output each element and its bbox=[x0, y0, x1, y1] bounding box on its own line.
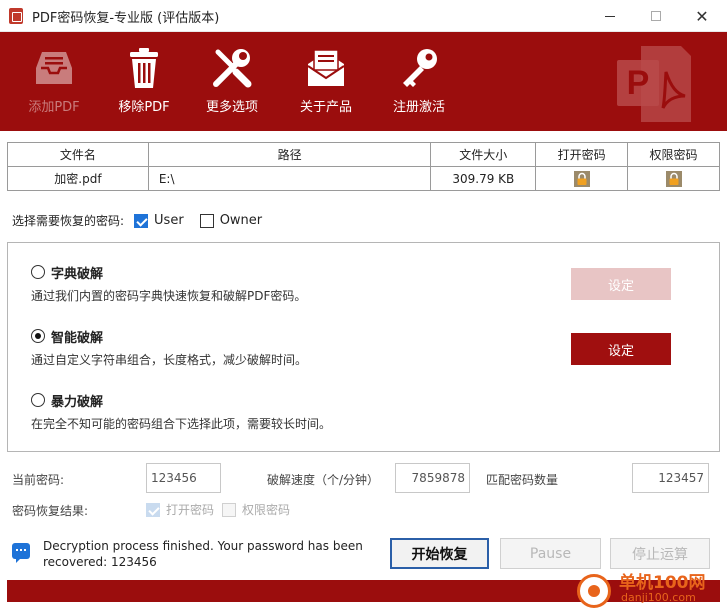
close-button[interactable]: ✕ bbox=[679, 0, 725, 32]
smart-mode-description: 通过自定义字符串组合，长度格式，减少破解时间。 bbox=[31, 353, 308, 367]
current-password-label: 当前密码: bbox=[12, 473, 65, 487]
about-label: 关于产品 bbox=[299, 100, 352, 115]
site-watermark: 单机100网 danji100.com bbox=[575, 568, 727, 609]
svg-text:P: P bbox=[627, 64, 650, 102]
smart-mode-title[interactable]: 智能破解 bbox=[51, 327, 103, 346]
dictionary-radio[interactable] bbox=[31, 265, 45, 279]
remove-pdf-label: 移除PDF bbox=[118, 100, 170, 115]
lock-icon bbox=[573, 170, 590, 187]
pause-button[interactable]: Pause bbox=[500, 538, 601, 569]
result-permission-password-label: 权限密码 bbox=[242, 503, 291, 517]
dictionary-settings-button[interactable]: 设定 bbox=[571, 268, 671, 300]
open-password-cell bbox=[535, 166, 629, 191]
crack-speed-field: 7859878 bbox=[395, 463, 470, 493]
result-open-password-label: 打开密码 bbox=[166, 503, 215, 517]
envelope-icon bbox=[307, 49, 345, 86]
lock-icon bbox=[665, 170, 682, 187]
file-size-cell: 309.79 KB bbox=[430, 166, 537, 191]
minimize-button[interactable] bbox=[587, 0, 633, 32]
recovery-result-label: 密码恢复结果: bbox=[12, 504, 89, 518]
more-options-label: 更多选项 bbox=[205, 100, 258, 115]
match-count-label: 匹配密码数量 bbox=[486, 473, 559, 487]
file-table: 文件名 路径 文件大小 打开密码 权限密码 加密.pdf E:\ 309.79 … bbox=[7, 142, 720, 191]
result-open-password-option: 打开密码 bbox=[146, 501, 214, 518]
register-button[interactable]: 注册激活 bbox=[373, 46, 465, 126]
stop-button[interactable]: 停止运算 bbox=[610, 538, 710, 569]
permission-password-cell bbox=[627, 166, 720, 191]
register-label: 注册激活 bbox=[392, 100, 445, 115]
inbox-tray-icon bbox=[36, 52, 72, 84]
more-options-button[interactable]: 更多选项 bbox=[186, 46, 278, 126]
result-permission-password-checkbox bbox=[222, 502, 236, 517]
password-target-row: 选择需要恢复的密码: User Owner bbox=[12, 212, 268, 229]
result-permission-password-option: 权限密码 bbox=[222, 501, 290, 518]
add-pdf-button[interactable]: 添加PDF bbox=[8, 46, 100, 126]
current-password-value: 123456 bbox=[151, 471, 197, 485]
brute-force-mode-description: 在完全不知可能的密码组合下选择此项，需要较长时间。 bbox=[31, 417, 332, 431]
crack-speed-label: 破解速度（个/分钟） bbox=[267, 473, 380, 487]
column-header-size: 文件大小 bbox=[430, 142, 537, 167]
file-path-cell: E:\ bbox=[147, 166, 432, 191]
window-title: PDF密码恢复-专业版 (评估版本) bbox=[32, 11, 220, 26]
maximize-button[interactable] bbox=[633, 0, 679, 32]
minimize-icon bbox=[605, 15, 615, 17]
brute-force-mode-title[interactable]: 暴力破解 bbox=[51, 391, 103, 410]
dictionary-mode-title[interactable]: 字典破解 bbox=[51, 263, 103, 282]
table-row[interactable]: 加密.pdf E:\ 309.79 KB bbox=[7, 166, 720, 191]
smart-radio[interactable] bbox=[31, 329, 45, 343]
user-checkbox[interactable] bbox=[134, 213, 149, 228]
smart-settings-button[interactable]: 设定 bbox=[571, 333, 671, 365]
owner-checkbox[interactable] bbox=[199, 213, 214, 228]
about-button[interactable]: 关于产品 bbox=[280, 46, 372, 126]
watermark-line1: 单机100网 bbox=[619, 573, 706, 593]
brute-force-radio[interactable] bbox=[31, 393, 45, 407]
watermark-line2: danji100.com bbox=[621, 591, 696, 604]
current-password-field: 123456 bbox=[146, 463, 221, 493]
column-header-filename: 文件名 bbox=[7, 142, 149, 167]
tools-icon bbox=[213, 49, 252, 88]
status-message: Decryption process finished. Your passwo… bbox=[43, 539, 363, 569]
match-count-value: 123457 bbox=[658, 471, 704, 485]
pdf-logo-icon: P bbox=[617, 46, 691, 122]
password-target-label: 选择需要恢复的密码: bbox=[12, 214, 125, 228]
crack-speed-value: 7859878 bbox=[411, 471, 465, 485]
column-header-open-password: 打开密码 bbox=[535, 142, 629, 167]
attack-mode-panel: 字典破解 通过我们内置的密码字典快速恢复和破解PDF密码。 设定 智能破解 通过… bbox=[7, 242, 720, 452]
watermark-logo-icon bbox=[577, 574, 611, 608]
dictionary-mode-description: 通过我们内置的密码字典快速恢复和破解PDF密码。 bbox=[31, 289, 307, 303]
user-checkbox-label[interactable]: User bbox=[154, 213, 184, 228]
app-pdf-icon bbox=[9, 8, 23, 24]
remove-pdf-button[interactable]: 移除PDF bbox=[98, 46, 190, 126]
column-header-path: 路径 bbox=[147, 142, 432, 167]
owner-checkbox-label[interactable]: Owner bbox=[220, 213, 262, 228]
column-header-permission-password: 权限密码 bbox=[627, 142, 720, 167]
result-open-password-checkbox bbox=[146, 502, 160, 517]
match-count-field: 123457 bbox=[632, 463, 709, 493]
key-icon bbox=[403, 49, 437, 87]
maximize-icon bbox=[651, 11, 661, 21]
title-bar: PDF密码恢复-专业版 (评估版本) ✕ bbox=[0, 0, 727, 32]
add-pdf-label: 添加PDF bbox=[28, 100, 80, 115]
toolbar: 添加PDF 移除PDF 更多选项 关于产品 注册激活 P bbox=[0, 32, 727, 131]
table-header-row: 文件名 路径 文件大小 打开密码 权限密码 bbox=[7, 142, 720, 167]
trash-icon bbox=[130, 48, 158, 88]
close-icon: ✕ bbox=[695, 6, 709, 26]
file-name-cell: 加密.pdf bbox=[7, 166, 149, 191]
start-recovery-button[interactable]: 开始恢复 bbox=[390, 538, 489, 569]
message-icon bbox=[12, 543, 30, 563]
